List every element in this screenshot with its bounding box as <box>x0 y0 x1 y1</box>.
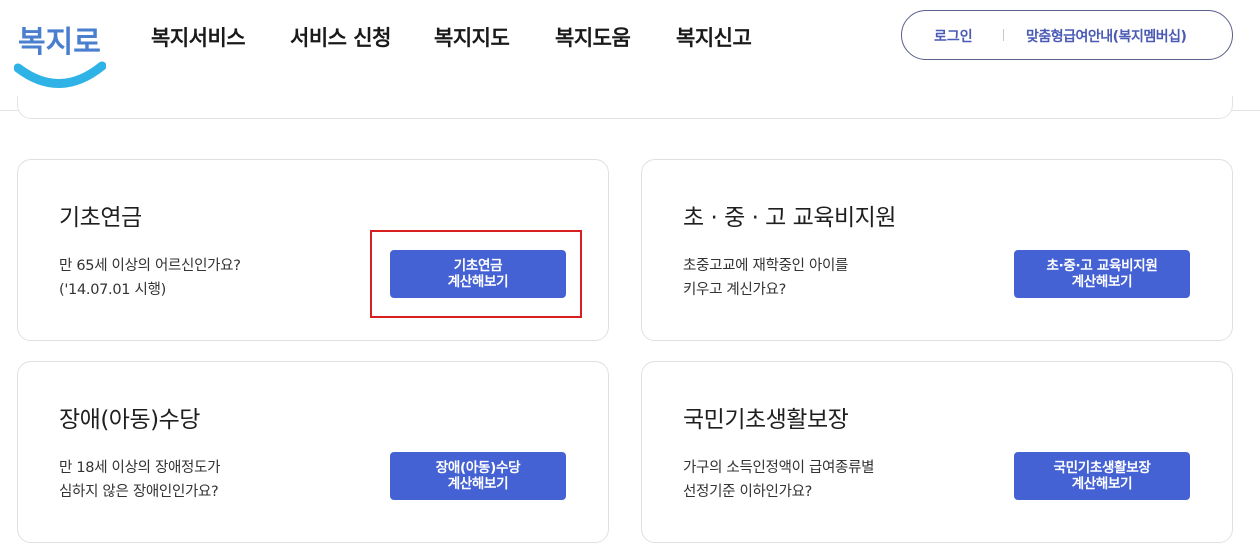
card-basic-pension: 기초연금 만 65세 이상의 어르신인가요? ('14.07.01 시행) 기초… <box>17 159 609 341</box>
card-title: 초 · 중 · 고 교육비지원 <box>683 205 896 231</box>
disability-allowance-calc-button[interactable]: 장애(아동)수당 계산해보기 <box>390 452 566 500</box>
card-title: 국민기초생활보장 <box>683 407 849 433</box>
card-desc-line: 선정기준 이하인가요? <box>683 484 813 500</box>
card-desc-line: 만 65세 이상의 어르신인가요? <box>59 258 241 274</box>
bokjiro-logo[interactable]: 복지로 <box>13 8 107 92</box>
card-basic-livelihood: 국민기초생활보장 가구의 소득인정액이 급여종류별 선정기준 이하인가요? 국민… <box>641 361 1233 543</box>
card-title: 기초연금 <box>59 205 142 231</box>
nav-item-service-apply[interactable]: 서비스 신청 <box>290 22 391 52</box>
card-description: 가구의 소득인정액이 급여종류별 선정기준 이하인가요? <box>683 456 874 504</box>
card-desc-line: 가구의 소득인정액이 급여종류별 <box>683 460 875 476</box>
basic-pension-calc-button[interactable]: 기초연금 계산해보기 <box>390 250 566 298</box>
nav-item-welfare-help[interactable]: 복지도움 <box>555 22 631 52</box>
card-description: 만 18세 이상의 장애정도가 심하지 않은 장애인인가요? <box>59 456 220 504</box>
login-link[interactable]: 로그인 <box>934 26 973 46</box>
button-label-line: 장애(아동)수당 <box>435 460 521 476</box>
card-desc-line: ('14.07.01 시행) <box>59 282 166 298</box>
nav-item-welfare-service[interactable]: 복지서비스 <box>151 22 246 52</box>
button-label-line: 기초연금 <box>453 258 503 274</box>
card-description: 만 65세 이상의 어르신인가요? ('14.07.01 시행) <box>59 254 241 302</box>
button-label-line: 계산해보기 <box>447 274 509 290</box>
logo-smile <box>13 61 107 88</box>
card-desc-line: 키우고 계신가요? <box>683 282 786 298</box>
site-header: 복지로 복지서비스 서비스 신청 복지지도 복지도움 복지신고 로그인 맞춤형급… <box>0 0 1260 111</box>
button-label-line: 국민기초생활보장 <box>1053 460 1151 476</box>
card-desc-line: 심하지 않은 장애인인가요? <box>59 484 219 500</box>
button-label-line: 초·중·고 교육비지원 <box>1046 258 1158 274</box>
card-description: 초중고교에 재학중인 아이를 키우고 계신가요? <box>683 254 848 302</box>
custom-benefit-link[interactable]: 맞춤형급여안내(복지멤버십) <box>1026 26 1187 46</box>
education-support-calc-button[interactable]: 초·중·고 교육비지원 계산해보기 <box>1014 250 1190 298</box>
card-education-support: 초 · 중 · 고 교육비지원 초중고교에 재학중인 아이를 키우고 계신가요?… <box>641 159 1233 341</box>
card-desc-line: 초중고교에 재학중인 아이를 <box>683 258 849 274</box>
previous-card-edge <box>17 96 1233 119</box>
member-divider <box>1003 29 1004 41</box>
card-disability-allowance: 장애(아동)수당 만 18세 이상의 장애정도가 심하지 않은 장애인인가요? … <box>17 361 609 543</box>
logo-text: 복지로 <box>18 25 101 60</box>
card-desc-line: 만 18세 이상의 장애정도가 <box>59 460 221 476</box>
button-label-line: 계산해보기 <box>447 476 509 492</box>
card-title: 장애(아동)수당 <box>59 407 200 433</box>
basic-livelihood-calc-button[interactable]: 국민기초생활보장 계산해보기 <box>1014 452 1190 500</box>
button-label-line: 계산해보기 <box>1071 476 1133 492</box>
nav-item-welfare-map[interactable]: 복지지도 <box>434 22 510 52</box>
member-box: 로그인 맞춤형급여안내(복지멤버십) <box>901 10 1233 60</box>
nav-item-welfare-report[interactable]: 복지신고 <box>676 22 752 52</box>
button-label-line: 계산해보기 <box>1071 274 1133 290</box>
